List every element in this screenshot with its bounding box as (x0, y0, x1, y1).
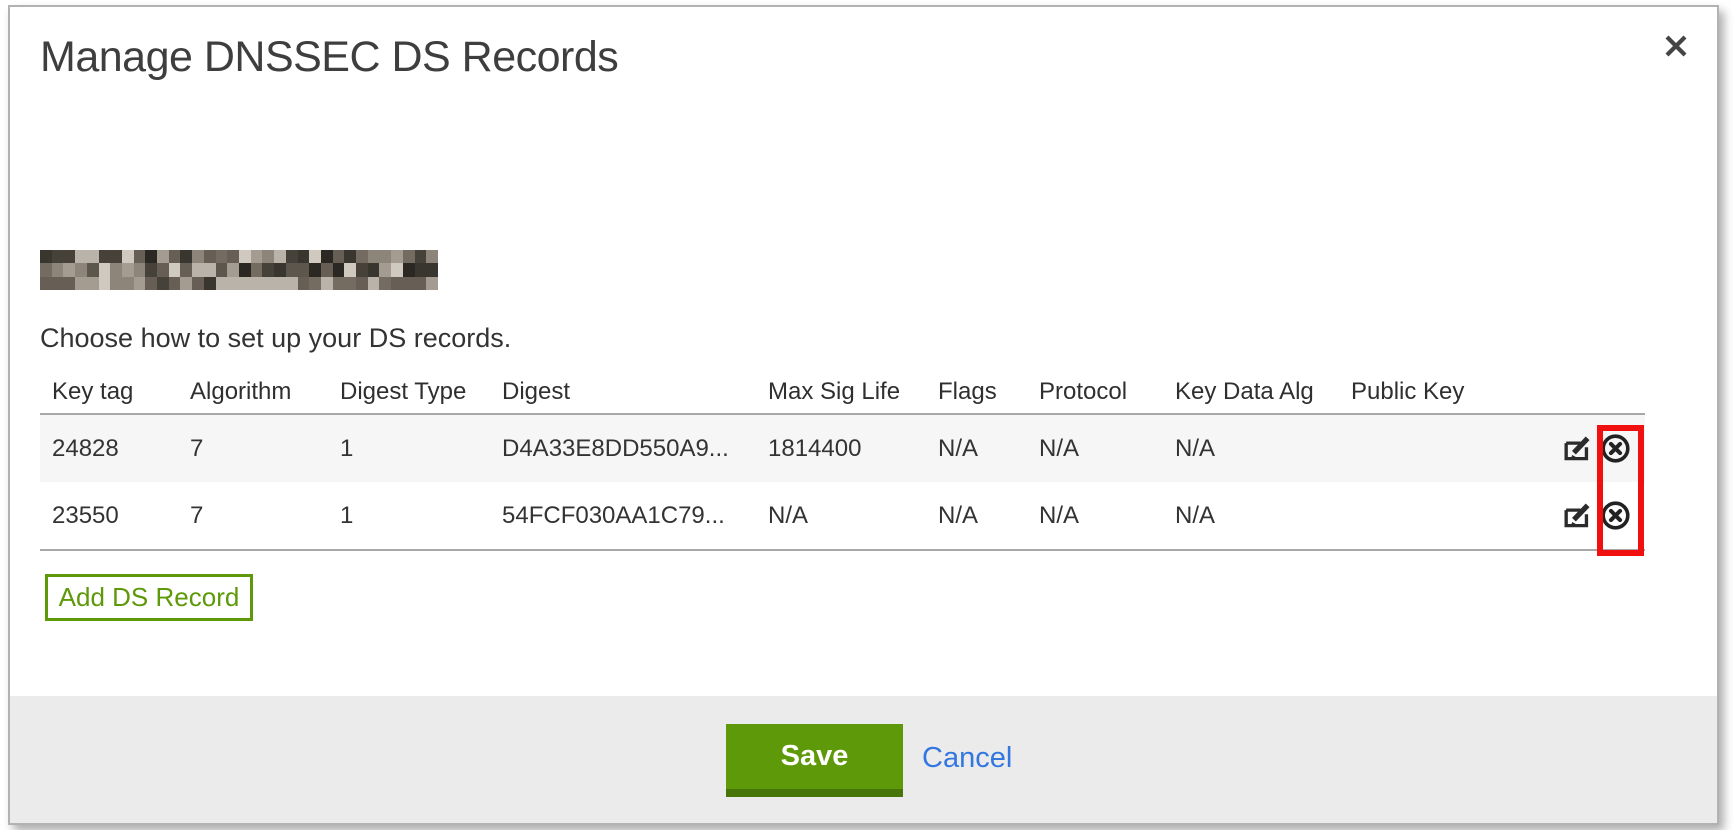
close-button[interactable] (1663, 33, 1689, 59)
add-ds-record-button[interactable]: Add DS Record (45, 574, 253, 621)
column-header-key-data-alg: Key Data Alg (1163, 378, 1339, 406)
cell-key-data-alg: N/A (1163, 502, 1339, 530)
redacted-domain-name (40, 250, 438, 290)
column-header-digest-type: Digest Type (328, 378, 490, 406)
cell-digest-type: 1 (328, 502, 490, 530)
edit-record-button[interactable] (1562, 433, 1593, 464)
column-header-key-tag: Key tag (40, 378, 178, 406)
cell-flags: N/A (926, 502, 1027, 530)
cell-protocol: N/A (1027, 435, 1163, 463)
cell-algorithm: 7 (178, 435, 328, 463)
column-header-flags: Flags (926, 378, 1027, 406)
close-icon (1663, 33, 1689, 59)
cell-protocol: N/A (1027, 502, 1163, 530)
edit-pencil-icon (1562, 500, 1593, 531)
cell-algorithm: 7 (178, 502, 328, 530)
dialog-title: Manage DNSSEC DS Records (40, 33, 618, 82)
table-row: 24828 7 1 D4A33E8DD550A9... 1814400 N/A … (40, 415, 1645, 482)
cell-key-tag: 23550 (40, 502, 178, 530)
save-button[interactable]: Save (726, 724, 903, 797)
dns-records-dialog: Manage DNSSEC DS Records Choose how to s… (8, 5, 1719, 825)
column-header-protocol: Protocol (1027, 378, 1163, 406)
cell-key-tag: 24828 (40, 435, 178, 463)
dialog-footer: Save Cancel (10, 696, 1717, 823)
cell-max-sig-life: N/A (756, 502, 926, 530)
edit-record-button[interactable] (1562, 500, 1593, 531)
table-header-row: Key tag Algorithm Digest Type Digest Max… (40, 371, 1645, 415)
table-row: 23550 7 1 54FCF030AA1C79... N/A N/A N/A … (40, 482, 1645, 549)
delete-record-button[interactable] (1600, 500, 1631, 531)
edit-pencil-icon (1562, 433, 1593, 464)
cell-key-data-alg: N/A (1163, 435, 1339, 463)
column-header-max-sig-life: Max Sig Life (756, 378, 926, 406)
circle-x-icon (1600, 500, 1631, 531)
column-header-public-key: Public Key (1339, 378, 1553, 406)
cell-max-sig-life: 1814400 (756, 435, 926, 463)
intro-text: Choose how to set up your DS records. (40, 323, 511, 354)
cell-digest-type: 1 (328, 435, 490, 463)
cell-digest: 54FCF030AA1C79... (490, 502, 756, 530)
column-header-digest: Digest (490, 378, 756, 406)
cell-flags: N/A (926, 435, 1027, 463)
cell-digest: D4A33E8DD550A9... (490, 435, 756, 463)
column-header-algorithm: Algorithm (178, 378, 328, 406)
ds-records-table: Key tag Algorithm Digest Type Digest Max… (40, 371, 1645, 551)
cancel-link[interactable]: Cancel (922, 742, 1012, 775)
delete-record-button[interactable] (1600, 433, 1631, 464)
circle-x-icon (1600, 433, 1631, 464)
